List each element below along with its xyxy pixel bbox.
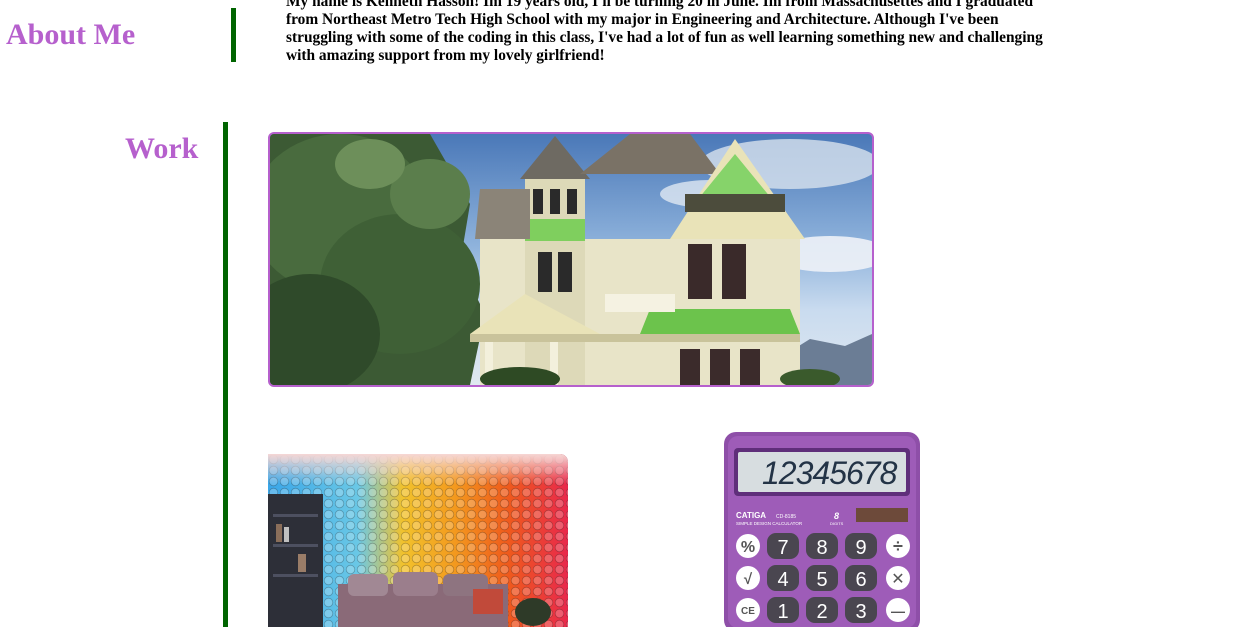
calculator-illustration: 12345678 CATIGA CD-8185 SIMPLE DESIGN CA… <box>724 432 920 627</box>
calculator-digits-label: DIGITS <box>830 521 844 526</box>
portfolio-page: About Me My name is Kenneth Hasson! Im 1… <box>0 0 1258 627</box>
calc-key-sqrt: √ <box>744 571 753 588</box>
calc-key-divide: ÷ <box>893 536 903 556</box>
calc-key-minus: — <box>891 603 905 619</box>
calc-key-5: 5 <box>816 569 827 591</box>
calc-key-8: 8 <box>816 537 827 559</box>
about-divider <box>231 8 236 62</box>
calc-key-3: 3 <box>855 601 866 623</box>
calculator-subtitle: SIMPLE DESIGN CALCULATOR <box>736 521 803 526</box>
calc-key-7: 7 <box>777 537 788 559</box>
victorian-house-image[interactable] <box>268 132 874 387</box>
calc-key-9: 9 <box>855 537 866 559</box>
about-bio-text: My name is Kenneth Hasson! Im 19 years o… <box>286 0 1043 64</box>
calculator-model: CD-8185 <box>776 514 796 520</box>
calculator-digits-badge: 8 <box>834 511 839 521</box>
calc-key-ce: CE <box>741 606 755 617</box>
work-divider <box>223 122 228 627</box>
calc-key-6: 6 <box>855 569 866 591</box>
color-wall-illustration <box>268 454 568 627</box>
calc-key-percent: % <box>741 539 755 556</box>
calculator-display: 12345678 <box>762 455 898 491</box>
victorian-house-illustration <box>270 134 872 385</box>
work-heading: Work <box>125 132 199 165</box>
calc-key-multiply: ✕ <box>891 571 904 588</box>
color-wall-image[interactable] <box>268 454 568 627</box>
calc-key-2: 2 <box>816 601 827 623</box>
calc-key-4: 4 <box>777 569 788 591</box>
about-me-heading: About Me <box>6 18 136 51</box>
calculator-brand: CATIGA <box>736 511 766 520</box>
calc-key-1: 1 <box>777 601 788 623</box>
calculator-image[interactable]: 12345678 CATIGA CD-8185 SIMPLE DESIGN CA… <box>722 432 922 627</box>
